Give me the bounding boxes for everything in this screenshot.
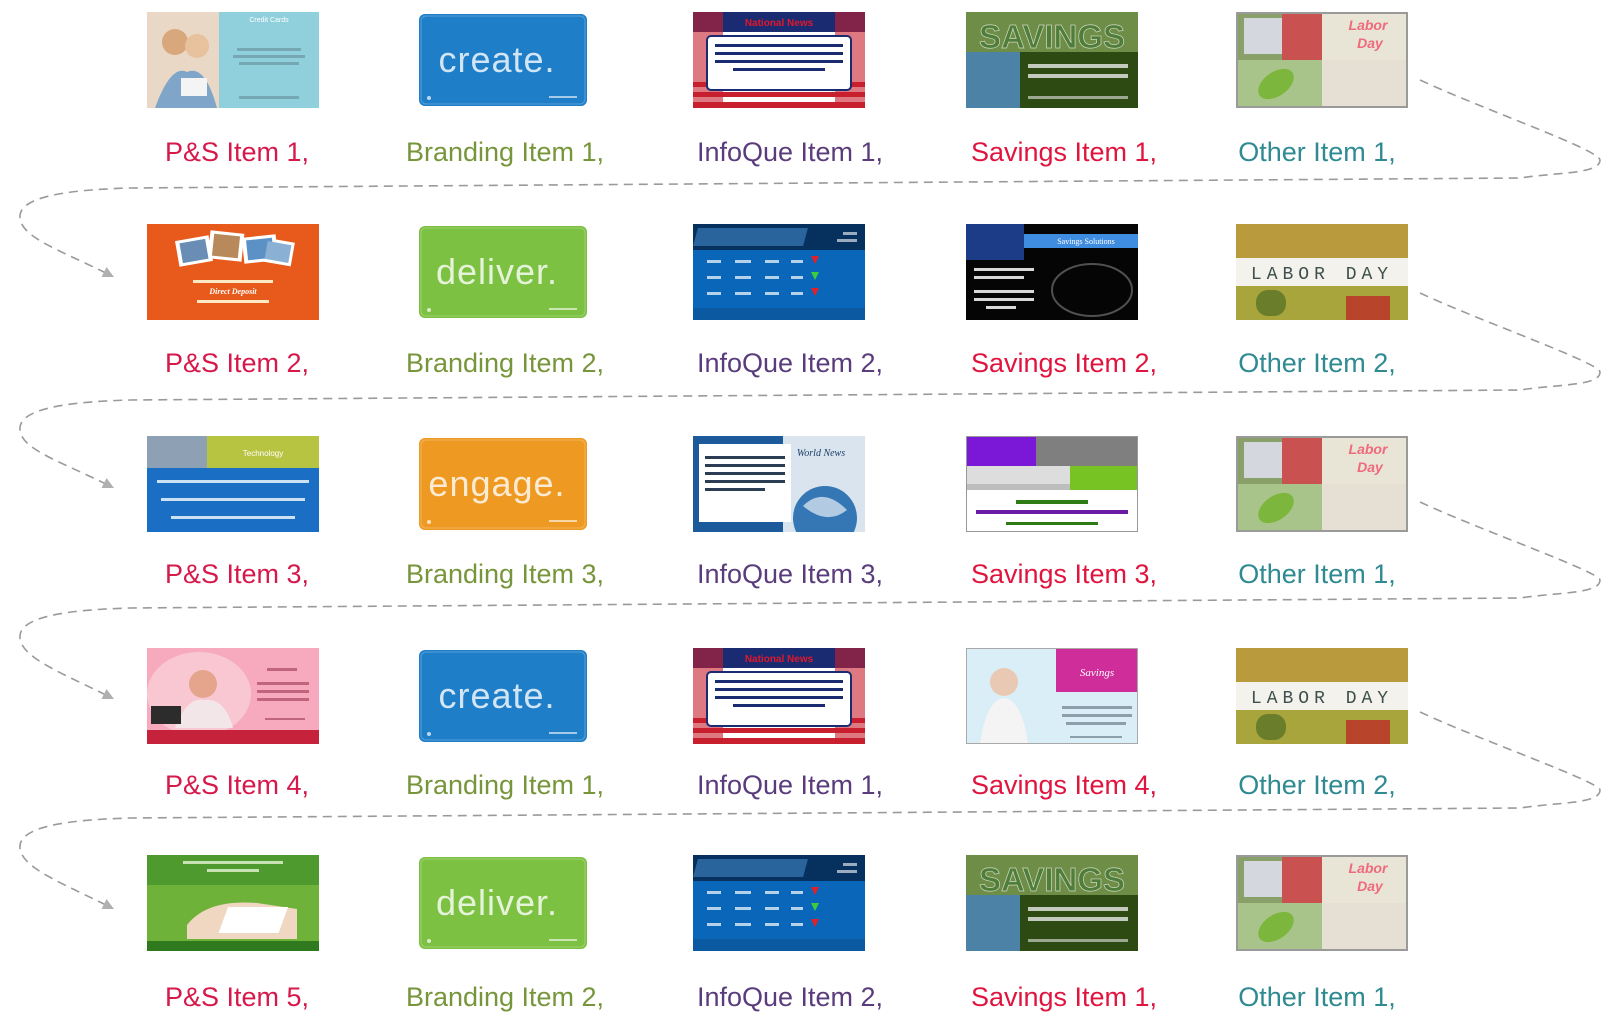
thumbnail-sav-savings[interactable]: SAVINGS (966, 12, 1138, 108)
svg-text:National News: National News (745, 654, 814, 665)
thumbnail-other-labor-day-2[interactable]: LABOR DAY (1236, 224, 1408, 320)
thumbnail-brand-create[interactable]: create. (417, 648, 589, 744)
svg-text:Savings Solutions: Savings Solutions (1057, 237, 1115, 246)
thumbnail-sav-savings-pink[interactable]: Savings (966, 648, 1138, 744)
thumbnail-brand-create[interactable]: create. (417, 12, 589, 108)
item-label: Other Item 1, (1238, 559, 1396, 589)
item-label: Other Item 1, (1238, 137, 1396, 167)
thumbnail-info-national-news[interactable]: National News (693, 12, 865, 108)
thumbnail-ps-technology[interactable]: Technology (147, 436, 319, 532)
svg-text:Savings: Savings (1080, 667, 1114, 679)
thumbnail-ps-credit-cards[interactable]: Credit Cards (147, 12, 319, 108)
svg-text:SAVINGS: SAVINGS (979, 18, 1125, 55)
thumbnail-other-labor-day-2[interactable]: LABOR DAY (1236, 648, 1408, 744)
svg-text:LABOR DAY: LABOR DAY (1251, 265, 1393, 285)
svg-text:deliver.: deliver. (436, 882, 558, 923)
item-label: Other Item 2, (1238, 770, 1396, 800)
svg-text:create.: create. (438, 39, 555, 80)
svg-text:Credit Cards: Credit Cards (249, 17, 289, 24)
thumbnail-ps-pink[interactable] (147, 648, 319, 744)
thumbnail-other-labor-day-1[interactable]: Labor Day (1236, 436, 1408, 532)
thumbnail-sav-goal[interactable] (966, 436, 1138, 532)
svg-text:Labor: Labor (1349, 17, 1389, 33)
thumbnail-brand-engage[interactable]: engage. (417, 436, 589, 532)
thumbnail-brand-deliver[interactable]: deliver. (417, 224, 589, 320)
svg-text:Technology: Technology (243, 449, 283, 458)
thumbnail-other-labor-day-1[interactable]: Labor Day (1236, 12, 1408, 108)
item-label: Other Item 2, (1238, 348, 1396, 378)
svg-text:LABOR DAY: LABOR DAY (1251, 689, 1393, 709)
svg-text:Direct Deposit: Direct Deposit (208, 287, 257, 296)
thumbnail-ps-online[interactable] (147, 855, 319, 951)
thumbnail-brand-deliver[interactable]: deliver. (417, 855, 589, 951)
svg-text:create.: create. (438, 675, 555, 716)
thumbnail-sav-savings[interactable]: SAVINGS (966, 855, 1138, 951)
thumbnail-other-labor-day-1[interactable]: Labor Day (1236, 855, 1408, 951)
item-label: Other Item 1, (1238, 982, 1396, 1012)
thumbnail-info-national-news[interactable]: National News (693, 648, 865, 744)
svg-text:Labor: Labor (1349, 441, 1389, 457)
svg-text:engage.: engage. (428, 463, 565, 504)
thumbnail-info-stocks[interactable] (693, 224, 865, 320)
thumbnail-sav-solutions[interactable]: Savings Solutions (966, 224, 1138, 320)
svg-text:World News: World News (797, 448, 845, 459)
thumbnail-ps-direct-deposit[interactable]: Direct Deposit (147, 224, 319, 320)
svg-text:SAVINGS: SAVINGS (979, 861, 1125, 898)
svg-text:Day: Day (1357, 878, 1384, 894)
playlist-diagram: Credit Cards P&S Item 1, create. Brandin… (0, 0, 1610, 1015)
svg-text:deliver.: deliver. (436, 251, 558, 292)
thumbnail-info-world-news[interactable]: World News (693, 436, 865, 532)
thumbnail-info-stocks[interactable] (693, 855, 865, 951)
svg-text:National News: National News (745, 18, 814, 29)
svg-text:Day: Day (1357, 459, 1384, 475)
svg-text:Labor: Labor (1349, 860, 1389, 876)
svg-text:Day: Day (1357, 35, 1384, 51)
